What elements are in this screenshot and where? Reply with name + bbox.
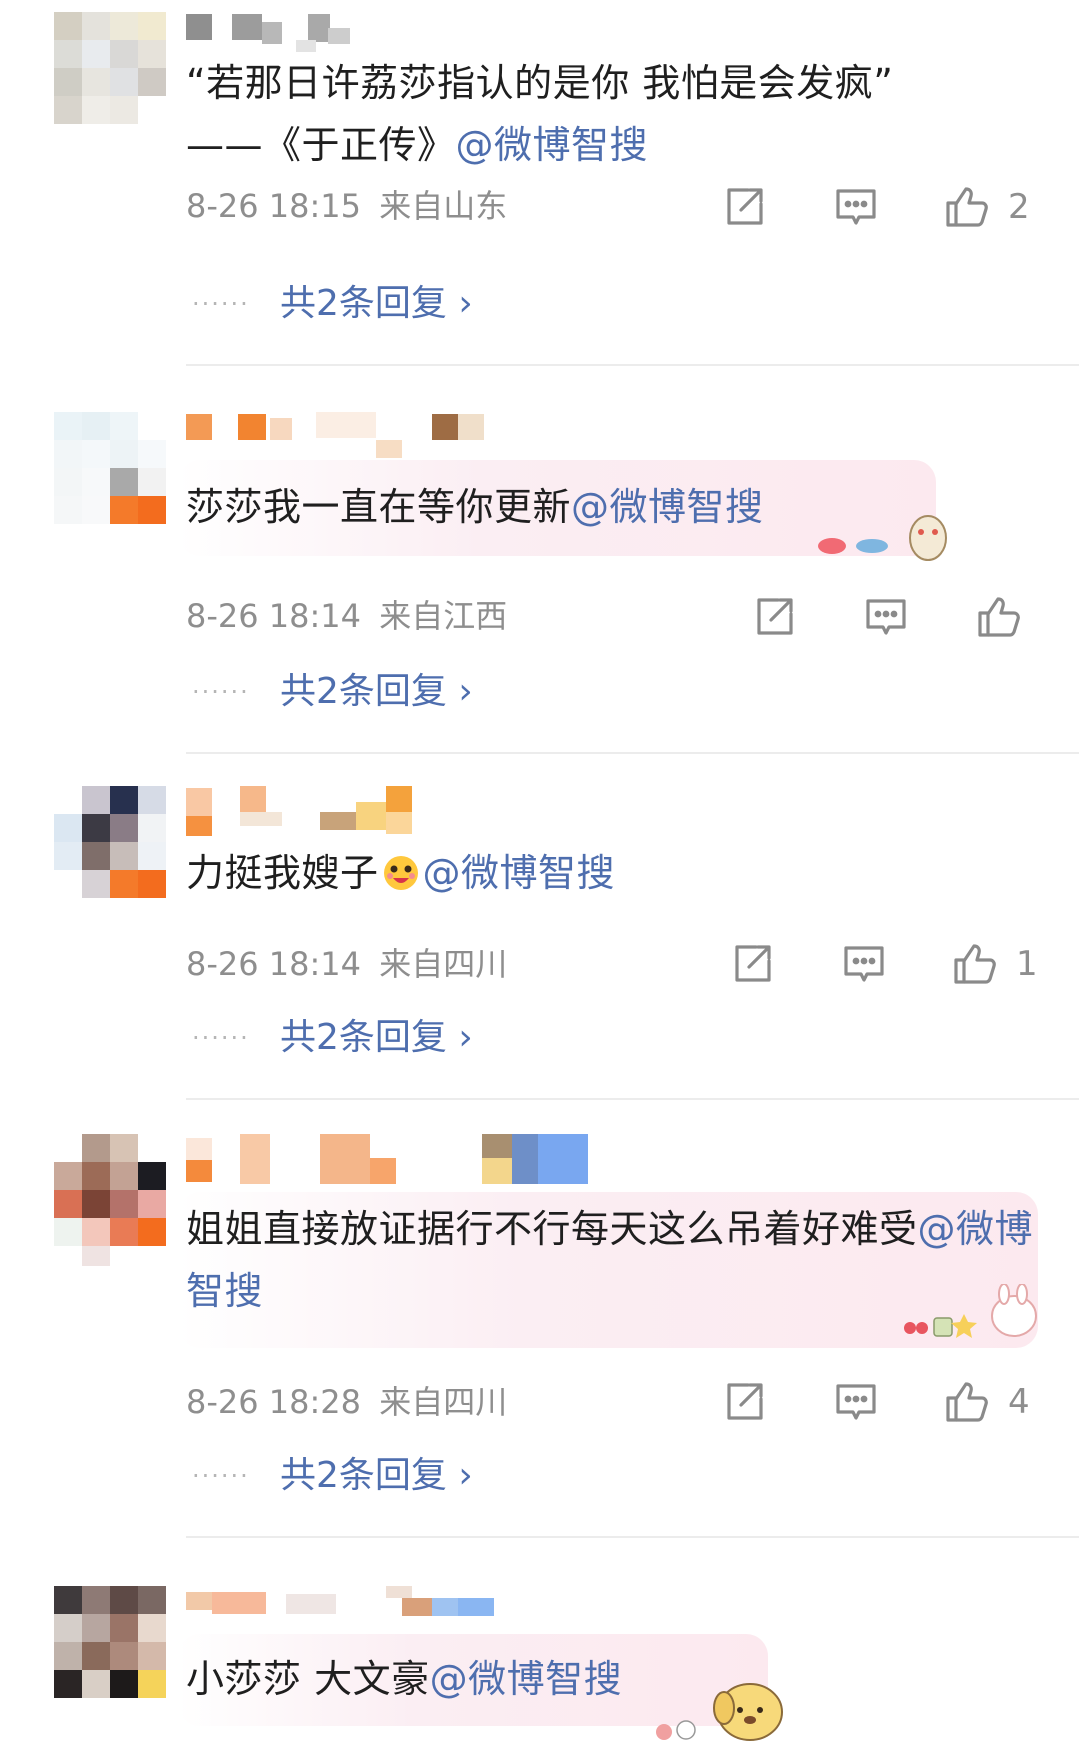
username-blurred[interactable] <box>186 10 606 52</box>
ellipsis-icon: ······ <box>192 1462 250 1490</box>
comment-icon[interactable] <box>832 1378 880 1426</box>
comment-icon[interactable] <box>832 183 880 231</box>
view-replies-link[interactable]: 共2条回复 › <box>280 282 473 326</box>
comment-text: 力挺我嫂子 @微博智搜 <box>186 842 1036 904</box>
avatar[interactable] <box>54 1134 166 1266</box>
like-count: 1 <box>1016 944 1038 984</box>
comment-text: 姐姐直接放证据行不行每天这么吊着好难受@微博智搜 <box>186 1198 1036 1322</box>
mention-link[interactable]: @微博智搜 <box>456 123 649 167</box>
view-replies-link[interactable]: 共2条回复 › <box>280 1454 473 1498</box>
comment-body: 力挺我嫂子 <box>186 851 379 895</box>
divider <box>186 752 1079 754</box>
like-icon[interactable] <box>952 940 1000 988</box>
view-replies-link[interactable]: 共2条回复 › <box>280 1016 473 1060</box>
like-count: 4 <box>1008 1382 1030 1422</box>
like-icon[interactable] <box>944 183 992 231</box>
ellipsis-icon: ······ <box>192 290 250 318</box>
username-blurred[interactable] <box>186 410 606 458</box>
mention-link[interactable]: @微博智搜 <box>571 485 764 529</box>
divider <box>186 1536 1079 1538</box>
comment-icon[interactable] <box>840 940 888 988</box>
comment-text: 莎莎我一直在等你更新@微博智搜 <box>186 476 1036 538</box>
like-icon[interactable] <box>944 1378 992 1426</box>
username-blurred[interactable] <box>186 1134 606 1184</box>
share-icon[interactable] <box>720 1378 768 1426</box>
action-bar: 4 <box>0 1378 1079 1428</box>
action-bar: 2 <box>0 183 1079 233</box>
comment-text: 小莎莎 大文豪@微博智搜 <box>186 1648 1036 1710</box>
like-icon[interactable] <box>976 593 1024 641</box>
ellipsis-icon: ······ <box>192 1024 250 1052</box>
username-blurred[interactable] <box>186 786 606 836</box>
share-icon[interactable] <box>750 593 798 641</box>
mention-link[interactable]: @微博智搜 <box>430 1657 623 1701</box>
divider <box>186 1098 1079 1100</box>
view-replies-link[interactable]: 共2条回复 › <box>280 670 473 714</box>
comment-body: 姐姐直接放证据行不行每天这么吊着好难受 <box>186 1207 918 1251</box>
action-bar <box>0 593 1079 643</box>
avatar[interactable] <box>54 1586 166 1698</box>
username-blurred[interactable] <box>186 1586 606 1626</box>
share-icon[interactable] <box>728 940 776 988</box>
ellipsis-icon: ······ <box>192 678 250 706</box>
emoji-face-icon <box>381 848 421 890</box>
comment-body: 莎莎我一直在等你更新 <box>186 485 572 529</box>
like-count: 2 <box>1008 187 1030 227</box>
divider <box>186 364 1079 366</box>
action-bar: 1 <box>0 940 1079 990</box>
mention-link[interactable]: @微博智搜 <box>423 851 616 895</box>
avatar[interactable] <box>54 12 166 124</box>
avatar[interactable] <box>54 786 166 898</box>
comment-body: 小莎莎 大文豪 <box>186 1657 430 1701</box>
avatar[interactable] <box>54 412 166 524</box>
comment-text: “若那日许荔莎指认的是你 我怕是会发疯” ——《于正传》@微博智搜 <box>186 52 1036 176</box>
comment-icon[interactable] <box>862 593 910 641</box>
share-icon[interactable] <box>720 183 768 231</box>
